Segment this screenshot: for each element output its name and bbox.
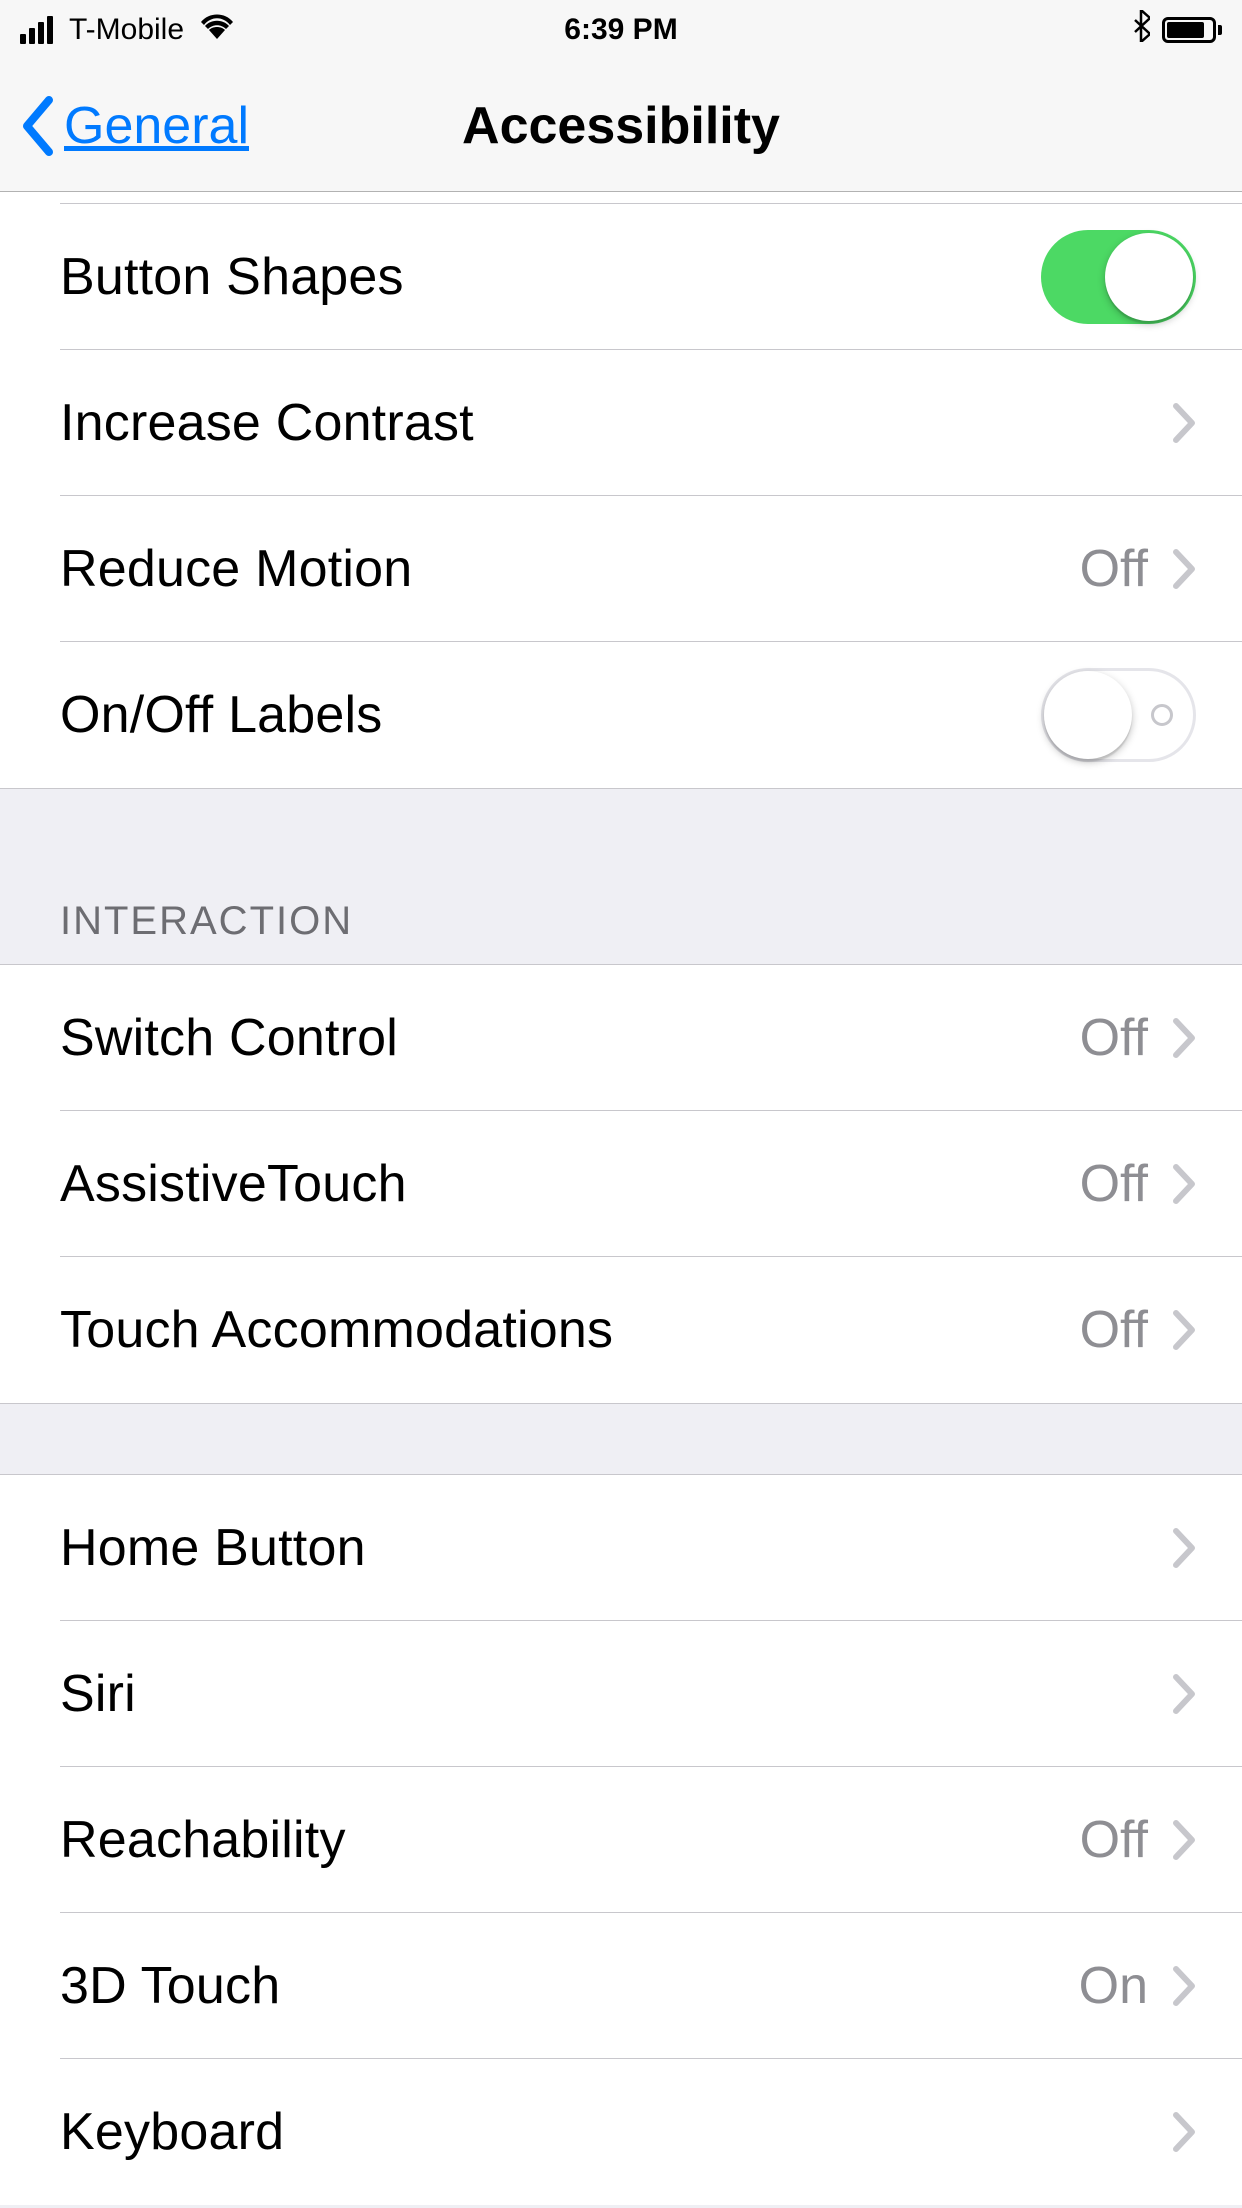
toggle-off-indicator-icon xyxy=(1151,704,1173,726)
bluetooth-icon xyxy=(1132,10,1150,50)
back-button[interactable]: General xyxy=(20,96,249,156)
chevron-right-icon xyxy=(1172,1163,1196,1205)
chevron-right-icon xyxy=(1172,1017,1196,1059)
carrier-label: T-Mobile xyxy=(69,13,184,47)
row-increase-contrast[interactable]: Increase Contrast xyxy=(0,350,1242,496)
toggle-button-shapes[interactable] xyxy=(1041,230,1196,324)
row-detail: Off xyxy=(1080,1008,1148,1068)
chevron-left-icon xyxy=(20,96,56,156)
wifi-icon xyxy=(200,13,234,47)
toggle-knob xyxy=(1105,233,1193,321)
chevron-right-icon xyxy=(1172,1309,1196,1351)
row-button-shapes[interactable]: Button Shapes xyxy=(0,204,1242,350)
section-header-interaction: INTERACTION xyxy=(0,789,1242,964)
status-bar-time: 6:39 PM xyxy=(564,13,677,47)
row-detail: Off xyxy=(1080,1300,1148,1360)
chevron-right-icon xyxy=(1172,1673,1196,1715)
row-label: Increase Contrast xyxy=(60,393,474,453)
battery-icon xyxy=(1162,17,1222,43)
navigation-bar: General Accessibility xyxy=(0,60,1242,192)
row-detail: Off xyxy=(1080,1810,1148,1870)
section-spacer xyxy=(0,1404,1242,1474)
page-title: Accessibility xyxy=(462,96,780,156)
chevron-right-icon xyxy=(1172,1819,1196,1861)
row-label: Siri xyxy=(60,1664,136,1724)
row-touch-accommodations[interactable]: Touch Accommodations Off xyxy=(0,1257,1242,1403)
row-detail: Off xyxy=(1080,1154,1148,1214)
status-bar-right xyxy=(1132,10,1222,50)
row-label: Reachability xyxy=(60,1810,346,1870)
chevron-right-icon xyxy=(1172,2111,1196,2153)
row-detail: Off xyxy=(1080,539,1148,599)
row-siri[interactable]: Siri xyxy=(0,1621,1242,1767)
partial-row-above xyxy=(0,192,1242,204)
settings-group-interaction: Switch Control Off AssistiveTouch Off To… xyxy=(0,964,1242,1404)
row-keyboard[interactable]: Keyboard xyxy=(0,2059,1242,2205)
chevron-right-icon xyxy=(1172,1527,1196,1569)
row-label: Button Shapes xyxy=(60,247,404,307)
row-label: Home Button xyxy=(60,1518,366,1578)
row-detail: On xyxy=(1079,1956,1148,2016)
row-label: Keyboard xyxy=(60,2102,284,2162)
toggle-knob xyxy=(1044,671,1132,759)
status-bar-left: T-Mobile xyxy=(20,13,234,47)
row-label: Reduce Motion xyxy=(60,539,412,599)
back-label: General xyxy=(64,96,249,156)
settings-group-input: Home Button Siri Reachability Off 3D Tou… xyxy=(0,1474,1242,2205)
status-bar: T-Mobile 6:39 PM xyxy=(0,0,1242,60)
settings-group-display: Button Shapes Increase Contrast Reduce M… xyxy=(0,204,1242,789)
toggle-onoff-labels[interactable] xyxy=(1041,668,1196,762)
row-label: AssistiveTouch xyxy=(60,1154,407,1214)
row-label: Touch Accommodations xyxy=(60,1300,613,1360)
row-reduce-motion[interactable]: Reduce Motion Off xyxy=(0,496,1242,642)
row-assistivetouch[interactable]: AssistiveTouch Off xyxy=(0,1111,1242,1257)
row-home-button[interactable]: Home Button xyxy=(0,1475,1242,1621)
row-label: 3D Touch xyxy=(60,1956,280,2016)
chevron-right-icon xyxy=(1172,548,1196,590)
row-label: On/Off Labels xyxy=(60,685,383,745)
row-label: Switch Control xyxy=(60,1008,398,1068)
row-onoff-labels[interactable]: On/Off Labels xyxy=(0,642,1242,788)
chevron-right-icon xyxy=(1172,1965,1196,2007)
row-reachability[interactable]: Reachability Off xyxy=(0,1767,1242,1913)
row-3d-touch[interactable]: 3D Touch On xyxy=(0,1913,1242,2059)
chevron-right-icon xyxy=(1172,402,1196,444)
cellular-signal-icon xyxy=(20,16,53,44)
row-switch-control[interactable]: Switch Control Off xyxy=(0,965,1242,1111)
